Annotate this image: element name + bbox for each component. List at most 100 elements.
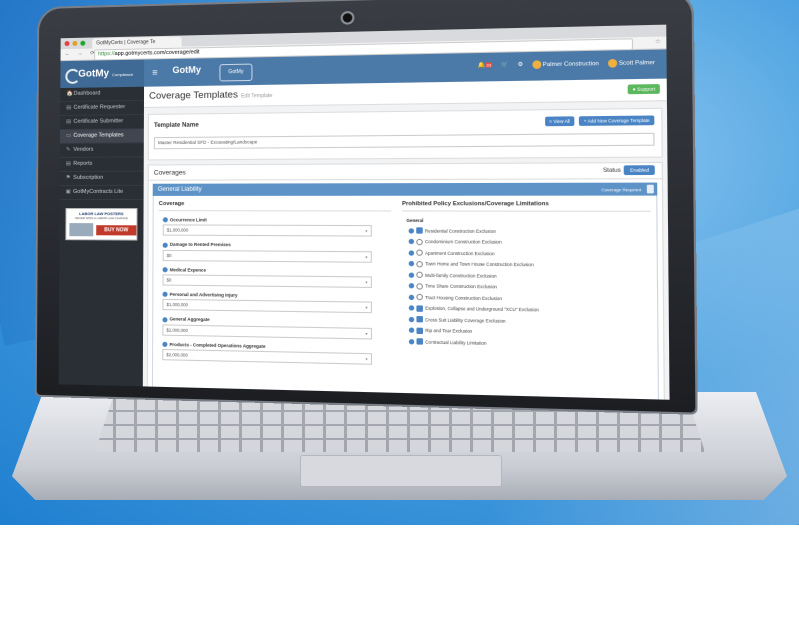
exclusions-column: Prohibited Policy Exclusions/Coverage Li… [397, 196, 658, 400]
hamburger-menu-icon[interactable]: ≡ [152, 67, 157, 77]
info-icon[interactable] [408, 316, 415, 322]
info-icon[interactable] [408, 283, 415, 289]
coverage-column: Coverage Occurrence Limit$1,000,000Damag… [153, 196, 397, 400]
exclusion-item: Multi-family Construction Exclusion [408, 271, 651, 281]
info-icon[interactable] [162, 341, 168, 348]
exclusion-item: Apartment Construction Exclusion [408, 249, 651, 257]
sidebar-item-vendors[interactable]: ✎ Vendors [59, 143, 144, 158]
info-icon[interactable] [408, 272, 415, 278]
sidebar-item-coverage-templates[interactable]: ▭ Coverage Templates [60, 129, 144, 144]
exclusion-item: Tract Housing Construction Exclusion [408, 293, 652, 304]
coverage-field: Products - Completed Operations Aggregat… [162, 342, 391, 366]
exclusion-radio[interactable] [416, 271, 423, 278]
user-avatar [607, 58, 618, 68]
coverage-amount-select[interactable]: $0 [162, 249, 372, 263]
info-icon[interactable] [408, 238, 415, 245]
sidebar-item-reports[interactable]: ▤ Reports [59, 157, 144, 172]
home-icon: 🏠 [66, 90, 74, 97]
exclusion-item: Town Home and Town House Construction Ex… [408, 260, 651, 268]
sidebar-item-subscription[interactable]: ⚑ Subscription [59, 171, 144, 186]
notification-badge: 33 [485, 62, 493, 68]
sidebar-item-certificate-requester[interactable]: ▤ Certificate Requester [60, 100, 144, 116]
gotmycerts-logo[interactable]: GotMy [172, 65, 201, 76]
info-icon[interactable] [408, 260, 415, 267]
coverage-field-label-text: Medical Expence [169, 266, 206, 273]
coverage-amount-select[interactable]: $1,000,000 [162, 299, 372, 314]
exclusion-radio[interactable] [416, 293, 423, 301]
exclusions-column-title: Prohibited Policy Exclusions/Coverage Li… [402, 201, 651, 212]
template-name-input[interactable]: Master Residential SFD - Excavating/Land… [153, 132, 655, 150]
sidebar-item-gotmycontracts-lite[interactable]: ▣ GotMyContracts Lite [59, 185, 144, 200]
support-button[interactable]: ● Support [627, 84, 660, 95]
coverage-amount-select[interactable]: $1,000,000 [162, 224, 372, 237]
coverage-amount-select[interactable]: $0 [162, 274, 372, 289]
info-icon[interactable] [408, 227, 415, 234]
coverage-amount-select[interactable]: $2,000,000 [162, 324, 373, 340]
exclusion-radio[interactable] [416, 249, 423, 256]
gotmycontracts-logo[interactable]: GotMy [219, 63, 253, 82]
info-icon[interactable] [162, 292, 168, 298]
sidebar: 🏠 Dashboard ▤ Certificate Requester ▤ Ce… [58, 86, 145, 387]
exclusion-checkbox[interactable] [416, 304, 423, 312]
info-icon[interactable] [162, 267, 168, 273]
general-label: General [406, 217, 424, 224]
close-window-icon[interactable] [64, 41, 70, 47]
info-icon[interactable] [408, 294, 415, 300]
coverage-amount-select[interactable]: $2,000,000 [162, 349, 373, 365]
template-name-label: Template Name [153, 122, 199, 130]
notifications-icon[interactable]: 🔔33 [478, 62, 493, 69]
bookmark-star-icon[interactable]: ☆ [655, 37, 661, 49]
exclusion-label: Tract Housing Construction Exclusion [425, 294, 503, 301]
coverage-field: Personal and Advertising Injury $1,000,00… [162, 292, 391, 314]
add-new-template-button[interactable]: + Add New Coverage Template [579, 115, 655, 126]
sidebar-item-certificate-submitter[interactable]: ▤ Certificate Submitter [60, 114, 144, 130]
cart-icon[interactable]: 🛒 [501, 62, 509, 68]
view-all-button[interactable]: ≡ View All [544, 116, 575, 127]
general-liability-header[interactable]: General Liability Coverage Required [152, 182, 658, 196]
status-enabled-toggle[interactable]: Enabled [624, 165, 655, 176]
brand-logo[interactable]: GotMyCompliance Simplified [60, 59, 145, 107]
exclusion-item: Residential Construction Exclusion [408, 227, 651, 234]
labor-law-posters-ad[interactable]: LABOR LAW POSTERS NEVER MISS A LABOR LAW… [65, 208, 138, 241]
buy-now-button[interactable]: BUY NOW [96, 225, 137, 236]
exclusion-label: Multi-family Construction Exclusion [425, 272, 497, 279]
company-menu[interactable]: Palmer Construction [531, 59, 599, 69]
exclusion-label: Time Share Construction Exclusion [425, 283, 498, 290]
exclusion-checkbox[interactable] [416, 315, 424, 323]
info-icon[interactable] [408, 249, 415, 256]
maximize-window-icon[interactable] [80, 40, 86, 46]
ad-subtitle: NEVER MISS A LABOR LAW CHANGE [74, 216, 128, 221]
user-menu[interactable]: Scott Palmer [607, 58, 655, 68]
exclusion-label: Cross Suit Liability Coverage Exclusion [425, 316, 506, 324]
exclusion-item: Cross Suit Liability Coverage Exclusion [408, 315, 652, 326]
exclusion-radio[interactable] [416, 260, 423, 267]
exclusion-label: Contractual Liability Limitation [425, 338, 487, 346]
info-icon[interactable] [162, 316, 168, 323]
exclusion-radio[interactable] [416, 282, 423, 290]
poster-image [69, 223, 94, 237]
info-icon[interactable] [162, 217, 168, 223]
trash-icon[interactable] [646, 184, 654, 194]
exclusion-checkbox[interactable] [416, 227, 423, 234]
info-icon[interactable] [408, 327, 415, 333]
exclusion-label: Town Home and Town House Construction Ex… [425, 261, 534, 268]
info-icon[interactable] [162, 242, 168, 248]
info-icon[interactable] [408, 338, 415, 344]
coverage-columns: Coverage Occurrence Limit$1,000,000Damag… [151, 195, 660, 400]
info-icon[interactable] [408, 305, 415, 311]
camera-icon [340, 10, 355, 25]
coverage-field-label-text: Damage to Rented Premises [169, 242, 231, 248]
exclusion-item: Contractual Liability Limitation [408, 338, 652, 349]
minimize-window-icon[interactable] [72, 40, 78, 46]
exclusion-label: Condominium Construction Exclusion [424, 238, 502, 245]
exclusion-label: Explosion, Collapse and Underground "XCU… [425, 305, 539, 313]
nav-arrows-icon[interactable]: ← → ⟳ [64, 48, 97, 60]
exclusion-checkbox[interactable] [416, 338, 424, 345]
sidebar-item-dashboard[interactable]: 🏠 Dashboard [60, 86, 145, 103]
touchpad [300, 455, 502, 487]
gear-icon[interactable]: ⚙ [518, 62, 524, 68]
exclusion-checkbox[interactable] [416, 327, 424, 334]
main-content: Coverage Templates Edit Template ● Suppor… [142, 78, 670, 400]
exclusion-radio[interactable] [416, 238, 423, 245]
pencil-icon: ✎ [65, 146, 71, 153]
